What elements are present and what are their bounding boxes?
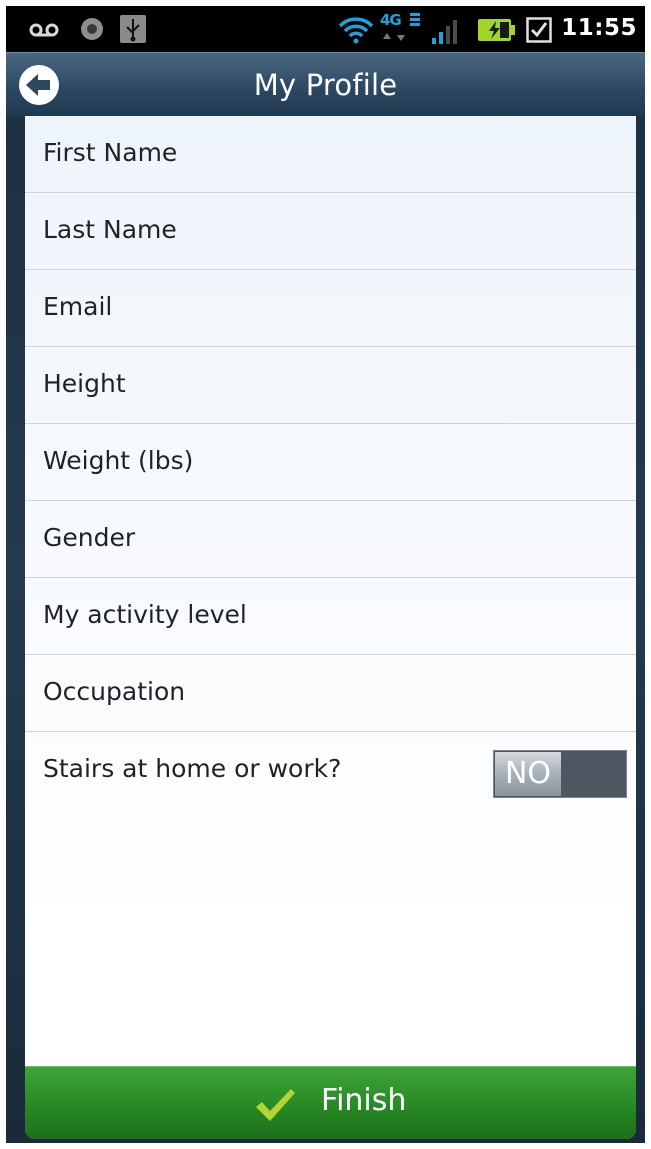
field-label: Height <box>43 369 126 398</box>
field-last-name[interactable]: Last Name <box>25 193 636 270</box>
field-label: Email <box>43 292 113 321</box>
signal-icon <box>432 20 457 44</box>
page-title: My Profile <box>253 68 398 102</box>
checkbox-notification-icon <box>526 17 552 43</box>
field-first-name[interactable]: First Name <box>25 116 636 193</box>
checkmark-icon <box>256 1089 295 1121</box>
finish-label: Finish <box>321 1083 407 1118</box>
profile-form-panel: First Name Last Name Email Height Weight… <box>25 116 636 1139</box>
wifi-icon <box>338 17 374 44</box>
profile-form: First Name Last Name Email Height Weight… <box>25 116 636 812</box>
field-gender[interactable]: Gender <box>25 501 636 578</box>
circle-notification-icon <box>81 18 103 40</box>
stairs-toggle[interactable]: NO <box>493 750 627 798</box>
field-label: Occupation <box>43 677 186 706</box>
clock: 11:55 <box>561 15 637 41</box>
battery-charging-icon <box>478 19 515 41</box>
field-occupation[interactable]: Occupation <box>25 655 636 732</box>
finish-button[interactable]: Finish <box>25 1066 636 1139</box>
usb-icon <box>120 15 146 43</box>
field-label: Weight (lbs) <box>43 446 194 475</box>
network-badge: 4G <box>380 11 402 29</box>
toggle-value: NO <box>495 752 561 796</box>
voicemail-icon <box>29 23 59 37</box>
field-height[interactable]: Height <box>25 347 636 424</box>
field-weight[interactable]: Weight (lbs) <box>25 424 636 501</box>
phone-screen: 4G 11:55 My Profile First Name Last Name… <box>6 6 645 1143</box>
field-label: Last Name <box>43 215 177 244</box>
stairs-label: Stairs at home or work? <box>43 754 342 783</box>
stairs-row: Stairs at home or work? NO <box>25 732 636 812</box>
field-label: My activity level <box>43 600 247 629</box>
status-bar: 4G 11:55 <box>6 6 645 52</box>
field-email[interactable]: Email <box>25 270 636 347</box>
field-label: First Name <box>43 138 178 167</box>
field-label: Gender <box>43 523 136 552</box>
title-bar: My Profile <box>6 52 645 117</box>
4g-lte-icon: 4G <box>380 11 422 45</box>
field-activity-level[interactable]: My activity level <box>25 578 636 655</box>
